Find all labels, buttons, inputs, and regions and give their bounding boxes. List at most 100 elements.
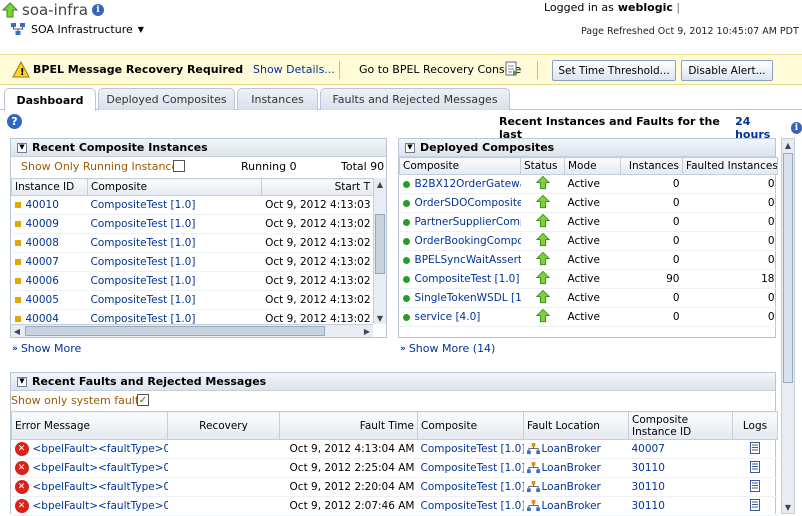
collapse-icon[interactable]: ▼ — [17, 142, 27, 153]
table-row[interactable]: 40007 CompositeTest [1.0] Oct 9, 2012 4:… — [11, 252, 373, 272]
log-icon[interactable] — [750, 441, 760, 454]
system-faults-checkbox[interactable]: ✓ — [137, 394, 149, 406]
tab-deployed-composites[interactable]: Deployed Composites — [98, 88, 235, 110]
disable-alert-button[interactable]: Disable Alert... — [681, 60, 773, 81]
composite-link[interactable]: CompositeTest [1.0] — [91, 218, 196, 230]
log-icon[interactable] — [750, 479, 760, 492]
table-row[interactable]: service [4.0] Active 0 0 — [399, 307, 778, 327]
instances-vscroll[interactable]: ▲ ▼ — [373, 178, 386, 324]
col-faulted-instances[interactable]: Faulted Instances — [682, 157, 778, 175]
info-icon[interactable]: i — [91, 4, 104, 16]
table-row[interactable]: 40008 CompositeTest [1.0] Oct 9, 2012 4:… — [11, 233, 373, 253]
instance-id-cell[interactable]: 40009 — [11, 214, 88, 234]
instance-id-cell[interactable]: 40007 — [11, 252, 88, 272]
instance-id[interactable]: 40007 — [26, 256, 59, 268]
error-message-link[interactable]: <bpelFault><faultType>0< — [33, 481, 168, 493]
instance-id-cell[interactable]: 40008 — [11, 233, 88, 253]
col-composite[interactable]: Composite — [417, 411, 524, 440]
composite-link[interactable]: CompositeTest [1.0] — [421, 500, 524, 512]
scroll-up-icon[interactable]: ▲ — [374, 178, 386, 190]
col-instance-id[interactable]: Instance ID — [11, 178, 88, 196]
composite-link[interactable]: CompositeTest [1.0] — [421, 481, 524, 493]
col-fault-time[interactable]: Fault Time — [279, 411, 418, 440]
instance-id[interactable]: 40006 — [26, 275, 59, 287]
instance-id-link[interactable]: 30110 — [632, 481, 665, 493]
scroll-thumb[interactable] — [25, 326, 325, 336]
composite-link[interactable]: SingleTokenWSDL [1 — [415, 292, 521, 304]
log-icon[interactable] — [750, 460, 760, 473]
scroll-thumb[interactable] — [375, 214, 385, 274]
table-row[interactable]: PartnerSupplierComp Active 0 0 — [399, 212, 778, 232]
table-row[interactable]: BPELSyncWaitAssert Active 0 0 — [399, 250, 778, 270]
soa-infrastructure-menu[interactable]: SOA Infrastructure ▼ — [10, 22, 144, 36]
instance-id[interactable]: 40004 — [26, 313, 59, 324]
col-recovery[interactable]: Recovery — [167, 411, 280, 440]
show-details-link[interactable]: Show Details... — [253, 63, 335, 76]
fault-location-link[interactable]: LoanBroker — [542, 481, 601, 493]
show-running-checkbox[interactable] — [173, 160, 185, 172]
composite-link[interactable]: CompositeTest [1.0] — [91, 313, 196, 324]
composite-link[interactable]: CompositeTest [1.0] — [421, 462, 524, 474]
page-vscroll[interactable]: ▲ ▼ — [781, 138, 795, 514]
table-row[interactable]: 40004 CompositeTest [1.0] Oct 9, 2012 4:… — [11, 309, 373, 324]
instance-id-cell[interactable]: 40006 — [11, 271, 88, 291]
composite-link[interactable]: B2BX12OrderGatewa — [415, 178, 521, 190]
table-row[interactable]: SingleTokenWSDL [1 Active 0 0 — [399, 288, 778, 308]
composite-link[interactable]: CompositeTest [1.0] — [91, 199, 196, 211]
help-icon[interactable]: ? — [7, 114, 22, 129]
instance-id[interactable]: 40008 — [26, 237, 59, 249]
error-message-link[interactable]: <bpelFault><faultType>0< — [33, 443, 168, 455]
fault-location-link[interactable]: LoanBroker — [542, 500, 601, 512]
col-composite-instance-id[interactable]: Composite Instance ID — [628, 411, 733, 440]
fault-location-link[interactable]: LoanBroker — [542, 443, 601, 455]
bpel-recovery-console-link[interactable]: Go to BPEL Recovery Console — [359, 63, 521, 76]
tab-faults-rejected[interactable]: Faults and Rejected Messages — [320, 88, 510, 110]
table-row[interactable]: B2BX12OrderGatewa Active 0 0 — [399, 174, 778, 194]
scroll-thumb[interactable] — [783, 153, 793, 383]
col-instances[interactable]: Instances — [620, 157, 683, 175]
scroll-left-icon[interactable]: ◀ — [11, 325, 23, 337]
table-row[interactable]: ✕ <bpelFault><faultType>0< Oct 9, 2012 2:… — [11, 496, 778, 516]
tab-dashboard[interactable]: Dashboard — [4, 88, 96, 111]
instance-id-link[interactable]: 30110 — [632, 462, 665, 474]
show-more-label[interactable]: Show More (14) — [409, 342, 496, 355]
instance-id-link[interactable]: 30110 — [632, 500, 665, 512]
tab-instances[interactable]: Instances — [237, 88, 318, 110]
composite-link[interactable]: CompositeTest [1.0] — [91, 275, 196, 287]
collapse-icon[interactable]: ▼ — [17, 376, 27, 387]
col-logs[interactable]: Logs — [732, 411, 778, 440]
scroll-down-icon[interactable]: ▼ — [782, 501, 794, 513]
composite-link[interactable]: CompositeTest [1.0] — [415, 273, 520, 285]
table-row[interactable]: ✕ <bpelFault><faultType>0< Oct 9, 2012 2:… — [11, 477, 778, 497]
col-start-time[interactable]: Start T — [261, 178, 373, 196]
log-icon[interactable] — [750, 498, 760, 511]
collapse-icon[interactable]: ▼ — [405, 142, 415, 153]
instance-id-cell[interactable]: 40005 — [11, 290, 88, 310]
table-row[interactable]: 40009 CompositeTest [1.0] Oct 9, 2012 4:… — [11, 214, 373, 234]
col-mode[interactable]: Mode — [564, 157, 621, 175]
scroll-up-icon[interactable]: ▲ — [782, 139, 794, 151]
composite-link[interactable]: OrderBookingCompo — [415, 235, 521, 247]
col-composite[interactable]: Composite — [399, 157, 521, 175]
table-row[interactable]: 40006 CompositeTest [1.0] Oct 9, 2012 4:… — [11, 271, 373, 291]
col-error-message[interactable]: Error Message — [11, 411, 168, 440]
col-composite[interactable]: Composite — [87, 178, 262, 196]
table-row[interactable]: CompositeTest [1.0] Active 90 18 — [399, 269, 778, 289]
table-row[interactable]: 40005 CompositeTest [1.0] Oct 9, 2012 4:… — [11, 290, 373, 310]
instances-show-more[interactable]: » Show More — [12, 342, 81, 355]
set-time-threshold-button[interactable]: Set Time Threshold... — [552, 60, 676, 81]
instance-id-link[interactable]: 40007 — [632, 443, 665, 455]
instance-id-cell[interactable]: 40010 — [11, 195, 88, 215]
instance-id[interactable]: 40005 — [26, 294, 59, 306]
instance-id[interactable]: 40010 — [26, 199, 59, 211]
error-message-link[interactable]: <bpelFault><faultType>0< — [33, 500, 168, 512]
composite-link[interactable]: CompositeTest [1.0] — [91, 237, 196, 249]
table-row[interactable]: OrderSDOComposite Active 0 0 — [399, 193, 778, 213]
show-more-label[interactable]: Show More — [21, 342, 81, 355]
error-message-link[interactable]: <bpelFault><faultType>0< — [33, 462, 168, 474]
composite-link[interactable]: OrderSDOComposite — [415, 197, 521, 209]
composite-link[interactable]: CompositeTest [1.0] — [91, 256, 196, 268]
table-row[interactable]: ✕ <bpelFault><faultType>0< Oct 9, 2012 4:… — [11, 439, 778, 459]
recovery-console-icon[interactable] — [504, 60, 520, 78]
instance-id[interactable]: 40009 — [26, 218, 59, 230]
